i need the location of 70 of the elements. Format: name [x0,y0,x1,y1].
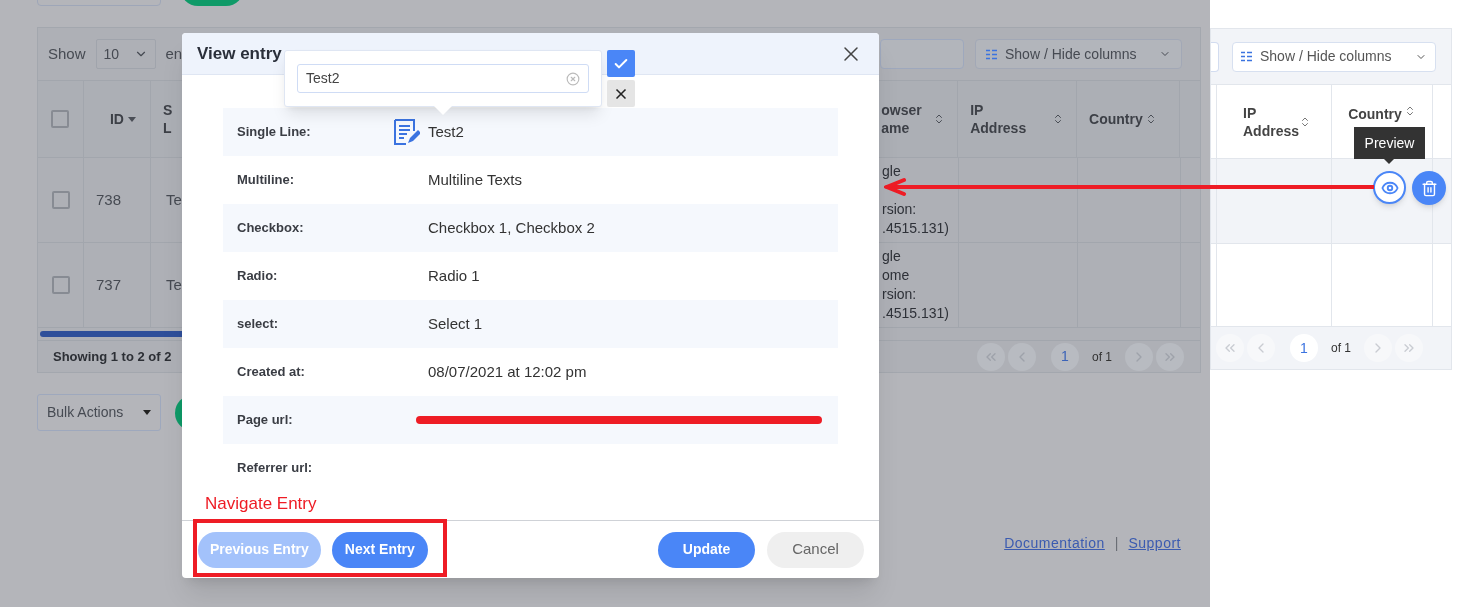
field-label: Radio: [236,267,279,286]
field-value: Checkbox 1, Checkbox 2 [428,217,595,238]
first-page-button[interactable] [1216,334,1244,362]
column-header[interactable]: Country [1089,110,1143,128]
browser-cell: gle rsion: .4515.131) [882,162,949,238]
page-total: of 1 [1092,348,1112,366]
row-checkbox[interactable] [51,276,70,294]
id-cell-text: 737 [96,274,122,295]
field-label: Created at: [236,363,306,382]
field-label: Page url: [236,411,294,430]
previous-page-button[interactable] [1008,342,1036,371]
annotation-label: Navigate Entry [205,493,317,515]
table-cell-text: Te [166,189,182,210]
current-page[interactable]: 1 [1051,342,1079,371]
field-label: select: [236,315,280,334]
table-cell-text: Te [166,274,182,295]
dialog-title: View entry [197,42,282,65]
field-label: Multiline: [236,171,296,190]
text-input-field[interactable]: Test2 [297,64,589,93]
field-value: 08/07/2021 at 12:02 pm [428,361,587,382]
column-header[interactable]: IP Address [970,101,1027,137]
last-page-button[interactable] [1156,342,1184,371]
caret-down-icon [143,410,151,415]
columns-icon [1241,51,1252,62]
page-size-select[interactable]: 10 [95,39,156,69]
support-link[interactable]: Support [1128,533,1181,554]
column-header[interactable]: ID [109,110,124,128]
last-page-button[interactable] [1395,334,1423,362]
id-cell-text: 738 [96,189,122,210]
page-total: of 1 [1331,340,1351,357]
clear-icon[interactable] [566,71,580,86]
bulk-actions-select[interactable]: Bulk Actions [37,394,161,431]
current-page[interactable]: 1 [1290,334,1318,362]
show-hide-columns-button[interactable]: Show / Hide columns [1232,41,1436,72]
field-label: Referrer url: [236,459,314,478]
field-value: Test2 [428,121,464,142]
search-field[interactable] [1211,41,1219,72]
dialog-button[interactable]: Cancel [767,531,864,568]
previous-page-button[interactable] [1247,334,1275,362]
field-value: Select 1 [428,313,483,334]
column-header[interactable]: S L [162,101,173,137]
column-header[interactable]: Country [1348,105,1402,123]
dialog-button[interactable]: Next Entry [331,531,428,568]
show-hide-columns-button[interactable]: Show / Hide columns [975,39,1182,69]
first-page-button[interactable] [977,342,1005,371]
search-field[interactable] [880,39,964,69]
column-header[interactable]: IP Address [1243,103,1300,140]
next-page-button[interactable] [1125,342,1153,371]
field-label: Checkbox: [236,219,305,238]
show-label: Show [48,43,86,64]
table-summary: Showing 1 to 2 of 2 [53,347,172,366]
trash-icon [1420,179,1438,197]
columns-icon [986,48,997,60]
tooltip: Preview [1354,127,1425,159]
tooltip-pointer [1384,159,1394,164]
row-checkbox[interactable] [51,191,70,209]
cancel-edit-button[interactable] [607,80,635,107]
field-value: Multiline Texts [428,169,522,190]
link-separator: | [1114,534,1119,553]
column-header[interactable]: owser ame [881,101,922,137]
edit-icon[interactable] [392,118,420,146]
next-page-button[interactable] [1364,334,1392,362]
documentation-link[interactable]: Documentation [1004,533,1105,554]
entries-label: en [165,43,183,64]
browser-cell: gle ome rsion: .4515.131) [882,247,949,323]
row-checkbox[interactable] [51,110,70,128]
field-value: Radio 1 [428,265,480,286]
dialog-button[interactable]: Update [658,531,755,568]
sort-caret-icon[interactable] [127,116,136,122]
field-label: Single Line: [236,123,312,142]
